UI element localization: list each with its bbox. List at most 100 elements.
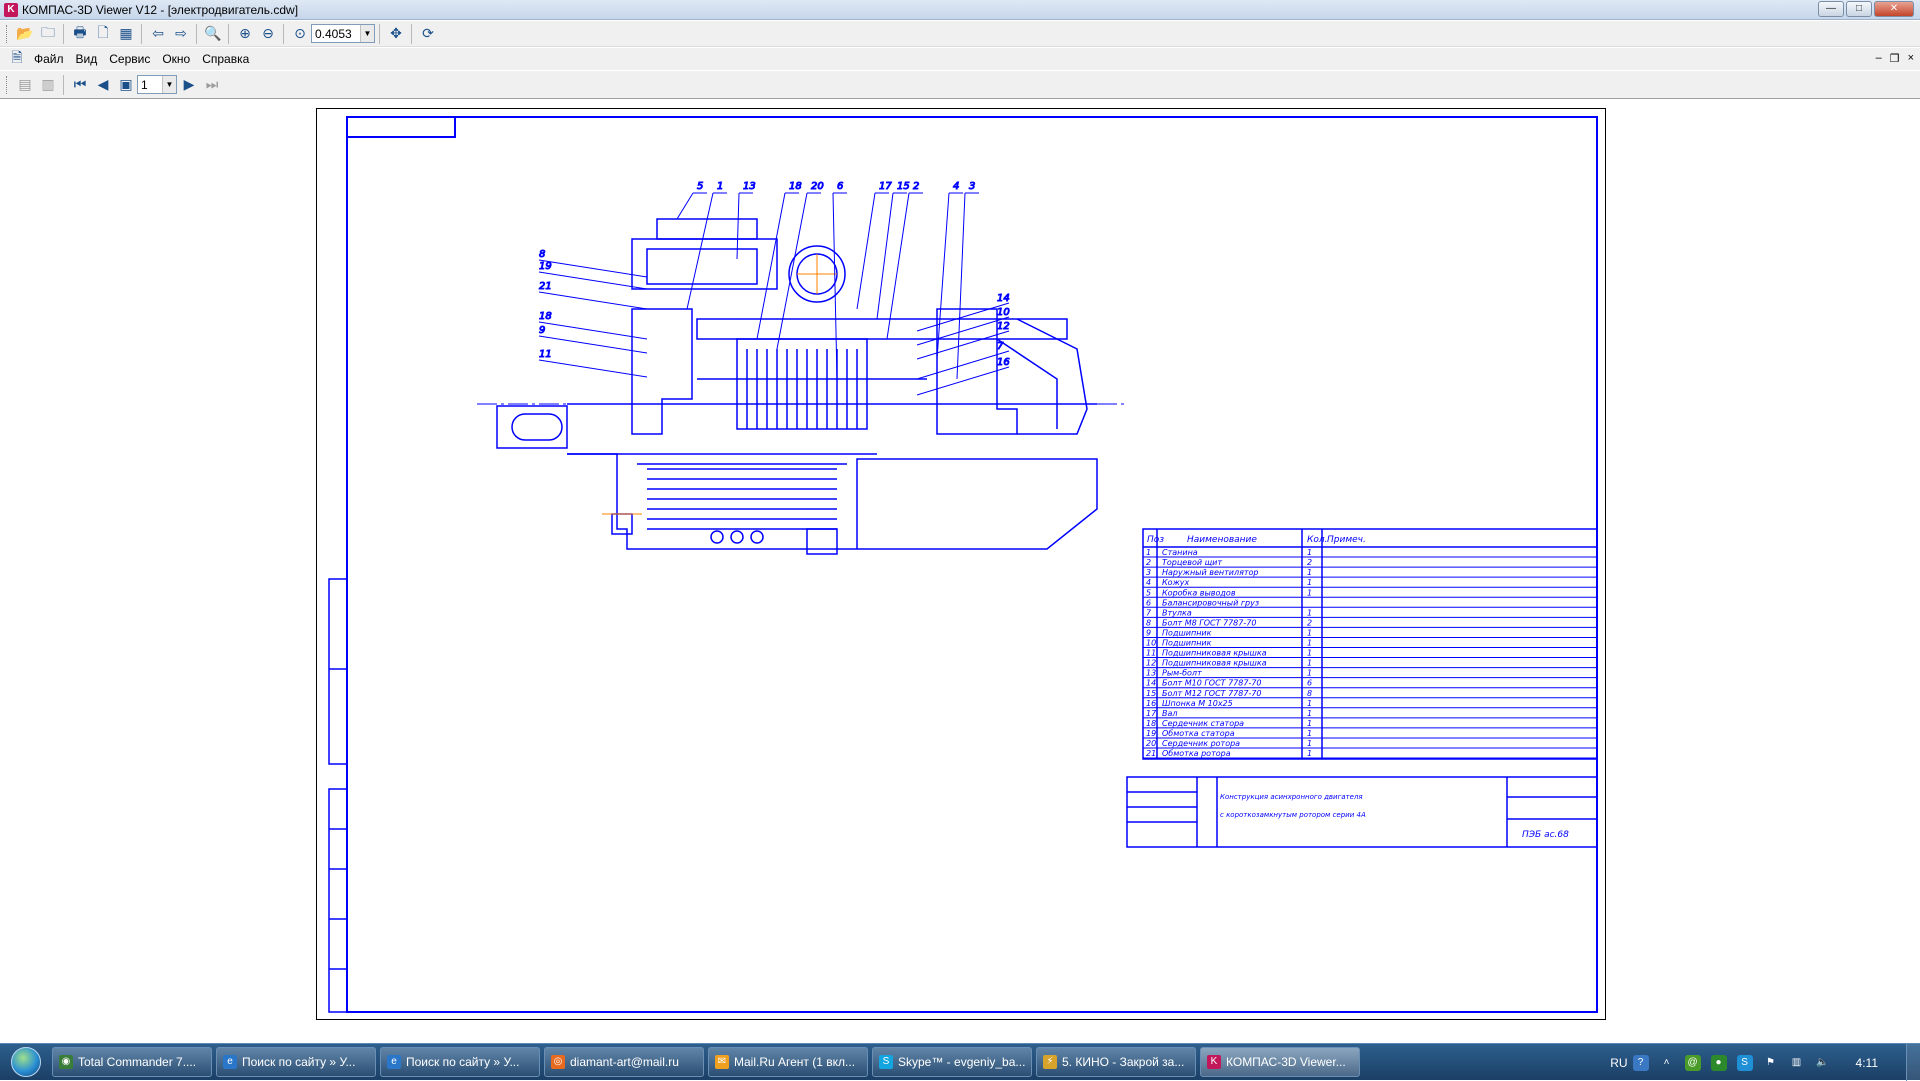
leader-line bbox=[956, 192, 966, 380]
windows-logo-icon bbox=[11, 1047, 41, 1077]
bom-qty: 1 bbox=[1307, 578, 1312, 587]
layers-icon[interactable]: ▤ bbox=[14, 74, 36, 96]
document-icon[interactable]: 🗎 bbox=[6, 48, 28, 70]
help-icon[interactable]: ? bbox=[1632, 1054, 1649, 1071]
open-file-icon[interactable]: 📂 bbox=[14, 23, 36, 45]
next-page-icon[interactable]: ▶ bbox=[178, 74, 200, 96]
leader-label-top: 6 bbox=[837, 181, 843, 192]
menu-help[interactable]: Справка bbox=[196, 52, 255, 66]
zoom-in-icon[interactable]: ⊕ bbox=[234, 23, 256, 45]
properties-dim-icon[interactable]: ▥ bbox=[37, 74, 59, 96]
chevron-down-icon[interactable]: ▼ bbox=[162, 76, 176, 93]
maximize-button[interactable]: □ bbox=[1846, 1, 1872, 17]
engineering-drawing: 5 1 13 18 20 6 17 15 2 4 38192118911141012716 bbox=[328, 116, 1598, 1013]
menu-file[interactable]: Файл bbox=[28, 52, 70, 66]
drawing-sheet[interactable]: 5 1 13 18 20 6 17 15 2 4 3 8 19 21 18 9 11 14 10 12 7 16 bbox=[316, 108, 1606, 1020]
show-desktop-button[interactable] bbox=[1906, 1044, 1920, 1081]
menu-window[interactable]: Окно bbox=[156, 52, 196, 66]
menu-view[interactable]: Вид bbox=[70, 52, 104, 66]
leader-label-top: 13 bbox=[743, 181, 756, 192]
task-total-commander[interactable]: ◉ Total Commander 7.... bbox=[52, 1047, 212, 1077]
mdi-minimize-button[interactable]: – bbox=[1876, 52, 1882, 65]
bom-pos: 21 bbox=[1146, 749, 1156, 758]
leader-line bbox=[756, 192, 786, 340]
first-page-icon[interactable]: ⏮ bbox=[69, 74, 91, 96]
zoom-combo[interactable]: 0.4053 ▼ bbox=[311, 24, 375, 43]
task-winamp[interactable]: ⚡ 5. КИНО - Закрой за... bbox=[1036, 1047, 1196, 1077]
chevron-down-icon[interactable]: ▼ bbox=[360, 25, 374, 42]
close-button[interactable]: ✕ bbox=[1874, 1, 1914, 17]
task-ie-search-2[interactable]: e Поиск по сайту » У... bbox=[380, 1047, 540, 1077]
last-page-icon[interactable]: ⏭ bbox=[201, 74, 223, 96]
bom-pos: 14 bbox=[1146, 679, 1156, 688]
clock[interactable]: 4:11 bbox=[1856, 1056, 1878, 1070]
leader-label-top: 3 bbox=[969, 181, 975, 192]
leader-label-right: 7 bbox=[997, 341, 1004, 352]
properties-icon[interactable]: ▦ bbox=[115, 23, 137, 45]
open-recent-icon[interactable]: 🗀 bbox=[37, 23, 59, 45]
start-button[interactable] bbox=[4, 1044, 48, 1080]
bom-name: Болт М12 ГОСТ 7787-70 bbox=[1162, 689, 1262, 698]
task-label: 5. КИНО - Закрой за... bbox=[1062, 1055, 1185, 1069]
print-preview-icon[interactable]: 🗋 bbox=[92, 23, 114, 45]
bom-name: Торцевой щит bbox=[1162, 558, 1222, 567]
bom-name: Вал bbox=[1162, 709, 1178, 718]
taskbar: ◉ Total Commander 7.... e Поиск по сайту »… bbox=[0, 1043, 1920, 1081]
mdi-close-button[interactable]: × bbox=[1908, 52, 1914, 65]
bom-pos: 13 bbox=[1146, 669, 1156, 678]
leader-line bbox=[538, 321, 648, 340]
back-icon[interactable]: ⇦ bbox=[147, 23, 169, 45]
flag-icon[interactable]: ⚑ bbox=[1763, 1055, 1779, 1071]
print-icon[interactable]: 🖶 bbox=[69, 23, 91, 45]
zoom-out-icon[interactable]: ⊖ bbox=[257, 23, 279, 45]
leader-label-left: 21 bbox=[539, 281, 552, 292]
network-icon[interactable]: ▥ bbox=[1789, 1055, 1805, 1071]
task-kompas-viewer[interactable]: K КОМПАС-3D Viewer... bbox=[1200, 1047, 1360, 1077]
bom-pos: 2 bbox=[1146, 558, 1151, 567]
language-indicator[interactable]: RU bbox=[1610, 1056, 1627, 1070]
zoom-window-icon[interactable]: 🔍 bbox=[202, 23, 224, 45]
prev-page-icon[interactable]: ◀ bbox=[92, 74, 114, 96]
task-skype[interactable]: S Skype™ - evgeniy_ba... bbox=[872, 1047, 1032, 1077]
leader-line bbox=[916, 366, 1010, 396]
leader-label-right: 14 bbox=[997, 293, 1010, 304]
toolbar-grip[interactable] bbox=[6, 24, 9, 43]
firefox-icon: ◎ bbox=[551, 1055, 565, 1069]
kompas-app-icon[interactable]: K bbox=[4, 2, 18, 17]
menu-service[interactable]: Сервис bbox=[103, 52, 156, 66]
pages-icon[interactable]: ▣ bbox=[115, 74, 137, 96]
security-icon[interactable]: ● bbox=[1710, 1054, 1727, 1071]
bom-pos: 10 bbox=[1146, 639, 1156, 648]
bom-pos: 7 bbox=[1146, 608, 1152, 617]
bom-name: Обмотка статора bbox=[1162, 729, 1235, 738]
page-combo[interactable]: 1 ▼ bbox=[137, 75, 177, 94]
bom-pos: 11 bbox=[1146, 649, 1156, 658]
task-label: Total Commander 7.... bbox=[78, 1055, 197, 1069]
pan-icon[interactable]: ✥ bbox=[385, 23, 407, 45]
volume-icon[interactable]: 🔈 bbox=[1815, 1055, 1831, 1071]
mdi-restore-button[interactable]: ❐ bbox=[1890, 52, 1900, 65]
task-ie-search-1[interactable]: e Поиск по сайту » У... bbox=[216, 1047, 376, 1077]
chevron-up-icon[interactable]: ˄ bbox=[1659, 1055, 1675, 1071]
separator bbox=[141, 23, 142, 44]
leader-label-top: 18 bbox=[789, 181, 802, 192]
bom-name: Станина bbox=[1162, 548, 1198, 557]
mailru-tray-icon[interactable]: @ bbox=[1684, 1054, 1701, 1071]
drawing-designation: ПЭБ ас.68 bbox=[1522, 830, 1569, 840]
task-mailru-agent[interactable]: ✉ Mail.Ru Агент (1 вкл... bbox=[708, 1047, 868, 1077]
zoom-scale-icon[interactable]: ⊙ bbox=[289, 23, 311, 45]
task-label: КОМПАС-3D Viewer... bbox=[1226, 1055, 1346, 1069]
forward-icon[interactable]: ⇨ bbox=[170, 23, 192, 45]
task-firefox-mail[interactable]: ◎ diamant-art@mail.ru bbox=[544, 1047, 704, 1077]
skype-tray-icon[interactable]: S bbox=[1736, 1054, 1753, 1071]
minimize-button[interactable]: — bbox=[1818, 1, 1844, 17]
bom-qty: 2 bbox=[1307, 618, 1312, 627]
leader-label-top: 15 bbox=[897, 181, 910, 192]
bom-pos: 9 bbox=[1146, 628, 1151, 637]
toolbar-grip[interactable] bbox=[6, 75, 9, 94]
drawing-workspace[interactable]: 5 1 13 18 20 6 17 15 2 4 3 8 19 21 18 9 11 14 10 12 7 16 bbox=[0, 100, 1920, 1043]
leader-label-top: 5 bbox=[697, 181, 703, 192]
refresh-icon[interactable]: ⟳ bbox=[417, 23, 439, 45]
bom-qty: 1 bbox=[1307, 588, 1312, 597]
task-label: Skype™ - evgeniy_ba... bbox=[898, 1055, 1026, 1069]
